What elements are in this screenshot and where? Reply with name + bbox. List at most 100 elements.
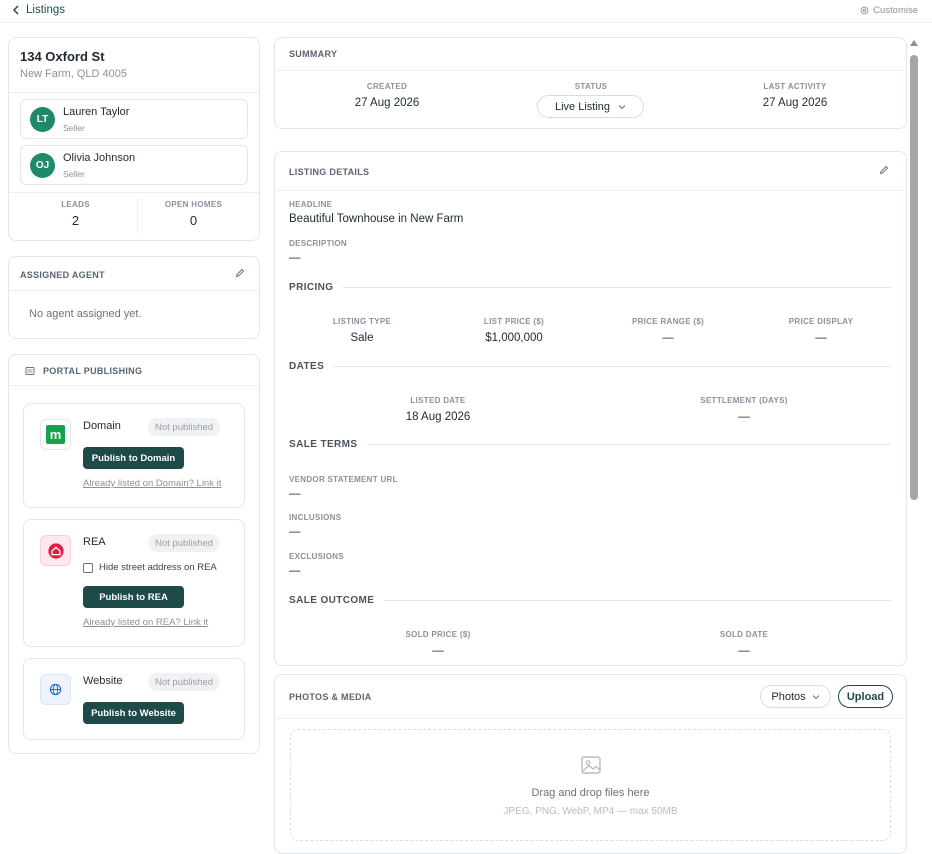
- price-range-value: —: [662, 332, 674, 344]
- chevron-left-icon: [12, 5, 19, 15]
- scroll-up-arrow-icon[interactable]: [910, 40, 918, 46]
- open-homes-stat[interactable]: OPEN HOMES 0: [131, 200, 256, 228]
- price-range-label: PRICE RANGE ($): [631, 317, 705, 326]
- price-range-field: PRICE RANGE ($) —: [608, 317, 728, 344]
- divider: [275, 70, 906, 71]
- rea-status-badge: Not published: [148, 534, 221, 552]
- property-suburb: New Farm, QLD 4005: [20, 68, 127, 80]
- exclusions-value: —: [289, 565, 301, 577]
- created-field: CREATED 27 Aug 2026: [327, 82, 447, 109]
- domain-portal-card: m Domain Not published Publish to Domain…: [23, 403, 245, 508]
- leads-label: LEADS: [61, 200, 90, 209]
- vendor-statement-label: VENDOR STATEMENT URL: [289, 475, 398, 484]
- summary-card: SUMMARY CREATED 27 Aug 2026 STATUS Live …: [274, 37, 907, 129]
- customise-label: Customise: [873, 5, 918, 16]
- hide-address-checkbox[interactable]: Hide street address on REA: [83, 562, 217, 573]
- headline-field: HEADLINE Beautiful Townhouse in New Farm: [289, 200, 463, 225]
- status-label: STATUS: [574, 82, 608, 91]
- website-status-badge: Not published: [148, 673, 221, 691]
- publish-to-rea-button[interactable]: Publish to REA: [83, 586, 184, 608]
- contact-name: Olivia Johnson: [63, 152, 136, 164]
- media-filter-value: Photos: [771, 690, 806, 703]
- checkbox-box[interactable]: [83, 562, 93, 573]
- no-agent-text: No agent assigned yet.: [29, 308, 142, 320]
- divider: [9, 385, 259, 386]
- customise-button[interactable]: Customise: [860, 5, 918, 16]
- sold-price-field: SOLD PRICE ($) —: [378, 630, 498, 657]
- headline-value: Beautiful Townhouse in New Farm: [289, 213, 464, 225]
- media-filter-dropdown[interactable]: Photos: [760, 685, 831, 708]
- leads-stat[interactable]: LEADS 2: [13, 200, 138, 228]
- assigned-agent-card: ASSIGNED AGENT No agent assigned yet.: [8, 256, 260, 339]
- summary-header: SUMMARY: [289, 49, 338, 59]
- list-price-field: LIST PRICE ($) $1,000,000: [454, 317, 574, 344]
- contact-card[interactable]: LT Lauren Taylor Seller: [20, 99, 248, 139]
- price-display-label: PRICE DISPLAY: [788, 317, 854, 326]
- media-dropzone[interactable]: Drag and drop files here JPEG, PNG, WebP…: [290, 729, 891, 841]
- status-value: Live Listing: [554, 100, 611, 113]
- domain-status-badge: Not published: [148, 418, 221, 436]
- sold-date-field: SOLD DATE —: [684, 630, 804, 657]
- avatar: LT: [30, 107, 55, 132]
- settlement-field: SETTLEMENT (DAYS) —: [684, 396, 804, 423]
- rea-name: REA: [83, 536, 106, 548]
- description-label: DESCRIPTION: [289, 239, 347, 248]
- dates-subheader: DATES: [289, 361, 891, 372]
- description-field: DESCRIPTION —: [289, 239, 347, 264]
- contact-name: Lauren Taylor: [63, 106, 130, 118]
- link-domain-listing[interactable]: Already listed on Domain? Link it: [83, 478, 221, 489]
- sale-outcome-title: SALE OUTCOME: [289, 595, 375, 606]
- list-icon: [25, 367, 35, 375]
- listing-details-card: LISTING DETAILS HEADLINE Beautiful Townh…: [274, 151, 907, 666]
- price-display-value: —: [815, 332, 827, 344]
- settlement-label: SETTLEMENT (DAYS): [700, 396, 788, 405]
- sold-price-value: —: [432, 645, 444, 657]
- divider: [9, 290, 259, 291]
- page-scrollbar[interactable]: [908, 38, 920, 843]
- inclusions-value: —: [289, 526, 301, 538]
- back-label: Listings: [26, 4, 65, 16]
- avatar: OJ: [30, 153, 55, 178]
- sale-terms-title: SALE TERMS: [289, 439, 358, 450]
- pricing-subheader: PRICING: [289, 282, 891, 293]
- description-value: —: [289, 252, 301, 264]
- settlement-value: —: [738, 411, 750, 423]
- contact-card[interactable]: OJ Olivia Johnson Seller: [20, 145, 248, 185]
- edit-details-pencil-icon[interactable]: [879, 165, 889, 175]
- price-display-field: PRICE DISPLAY —: [761, 317, 881, 344]
- property-address: 134 Oxford St: [20, 49, 105, 64]
- scrollbar-thumb[interactable]: [910, 55, 918, 500]
- contact-role: Seller: [63, 123, 85, 133]
- upload-button[interactable]: Upload: [838, 685, 893, 708]
- listing-type-field: LISTING TYPE Sale: [302, 317, 422, 344]
- chevron-down-icon: [812, 694, 819, 699]
- sold-price-label: SOLD PRICE ($): [405, 630, 471, 639]
- open-homes-label: OPEN HOMES: [164, 200, 223, 209]
- top-bar: Listings Customise: [0, 0, 932, 23]
- domain-logo-mark: m: [46, 425, 65, 444]
- portal-publishing-header: PORTAL PUBLISHING: [43, 366, 143, 376]
- listing-details-header: LISTING DETAILS: [289, 167, 370, 177]
- contact-role: Seller: [63, 169, 85, 179]
- divider: [275, 718, 906, 719]
- house-icon: [47, 542, 64, 559]
- exclusions-label: EXCLUSIONS: [289, 552, 345, 561]
- sale-terms-subheader: SALE TERMS: [289, 439, 891, 450]
- settings-icon: [860, 6, 869, 15]
- publish-to-website-button[interactable]: Publish to Website: [83, 702, 184, 724]
- sold-date-label: SOLD DATE: [719, 630, 769, 639]
- dropzone-hint: JPEG, PNG, WebP, MP4 — max 50MB: [503, 806, 678, 817]
- domain-name: Domain: [83, 420, 121, 432]
- back-to-listings-link[interactable]: Listings: [12, 4, 65, 16]
- photos-media-header: PHOTOS & MEDIA: [289, 692, 372, 702]
- edit-agent-pencil-icon[interactable]: [235, 268, 245, 278]
- portal-publishing-card: PORTAL PUBLISHING m Domain Not published…: [8, 354, 260, 754]
- pricing-title: PRICING: [289, 282, 334, 293]
- listing-type-value: Sale: [350, 332, 374, 344]
- link-rea-listing[interactable]: Already listed on REA? Link it: [83, 617, 208, 628]
- open-homes-count: 0: [189, 213, 198, 228]
- publish-to-domain-button[interactable]: Publish to Domain: [83, 447, 184, 469]
- status-dropdown[interactable]: Live Listing: [537, 95, 644, 118]
- sold-date-value: —: [738, 645, 750, 657]
- listed-date-label: LISTED DATE: [410, 396, 466, 405]
